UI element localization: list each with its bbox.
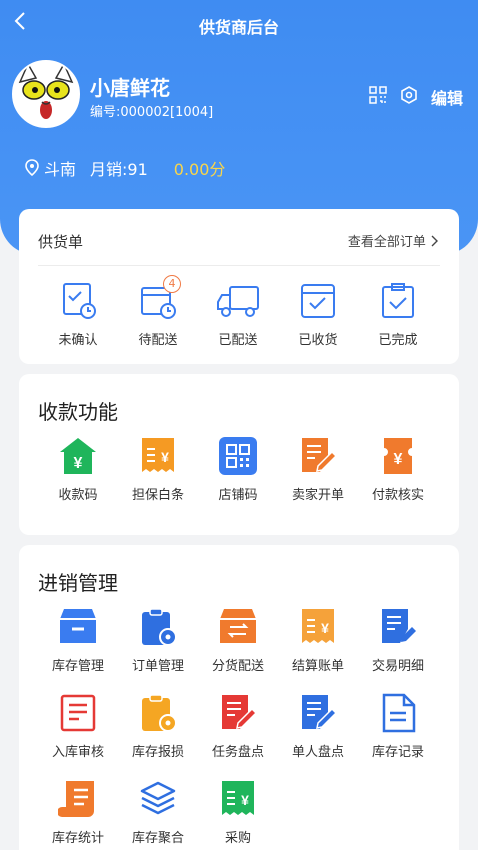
divider xyxy=(38,265,440,266)
order-manage-item[interactable]: 订单管理 xyxy=(118,607,198,674)
seller-invoice-item[interactable]: 卖家开单 xyxy=(278,436,358,503)
item-label: 库存统计 xyxy=(51,831,104,846)
clipboard-check-icon xyxy=(382,283,414,318)
inbox-check-icon xyxy=(301,284,335,318)
page-title: 供货商后台 xyxy=(198,18,279,37)
item-label: 库存记录 xyxy=(371,745,424,760)
supply-orders-card: 供货单 查看全部订单 未确认 4 待配送 已配送 已收货 已完成 xyxy=(19,209,459,364)
doc-pen-icon xyxy=(222,695,258,729)
payment-verify-item[interactable]: ¥ 付款核实 xyxy=(358,436,438,503)
truck-icon xyxy=(217,286,259,317)
section-title: 收款功能 xyxy=(38,400,118,424)
status-label: 未确认 xyxy=(58,333,98,348)
distribution-item[interactable]: 分货配送 xyxy=(198,607,278,674)
view-all-label: 查看全部订单 xyxy=(347,235,426,250)
monthly-sales: 月销:91 xyxy=(90,160,148,179)
store-name: 小唐鲜花 xyxy=(90,76,170,100)
receipt-yuan-icon: ¥ xyxy=(142,438,174,472)
receipt-yuan-icon: ¥ xyxy=(222,781,254,815)
svg-text:¥: ¥ xyxy=(321,620,329,636)
avatar[interactable] xyxy=(12,60,80,128)
stock-in-review-item[interactable]: 入库审核 xyxy=(38,693,118,760)
item-label: 库存管理 xyxy=(51,659,104,674)
status-pending-delivery[interactable]: 4 待配送 xyxy=(118,275,198,348)
edit-doc-icon xyxy=(302,438,338,472)
purchase-item[interactable]: ¥ 采购 xyxy=(198,779,278,846)
task-stocktake-item[interactable]: 任务盘点 xyxy=(198,693,278,760)
status-received[interactable]: 已收货 xyxy=(278,281,358,348)
doc-outline-icon xyxy=(382,693,416,733)
svg-text:¥: ¥ xyxy=(394,451,403,468)
doc-list-icon xyxy=(60,694,96,732)
clock-checklist-icon xyxy=(63,283,96,319)
store-qrcode-item[interactable]: 店铺码 xyxy=(198,436,278,503)
item-label: 库存聚合 xyxy=(131,831,184,846)
status-label: 已收货 xyxy=(298,333,338,348)
qrcode-button[interactable] xyxy=(369,86,387,104)
location-pin-icon xyxy=(25,159,39,177)
guarantee-credit-item[interactable]: ¥ 担保白条 xyxy=(118,436,198,503)
stock-statistics-item[interactable]: 库存统计 xyxy=(38,779,118,846)
item-label: 结算账单 xyxy=(291,659,344,674)
clipboard-gear-icon xyxy=(142,694,177,732)
status-unconfirmed[interactable]: 未确认 xyxy=(38,281,118,348)
scroll-list-icon xyxy=(58,781,94,817)
item-label: 交易明细 xyxy=(371,659,424,674)
doc-pen-icon xyxy=(302,695,338,729)
status-label: 已配送 xyxy=(218,333,258,348)
item-label: 单人盘点 xyxy=(291,745,344,760)
stock-loss-item[interactable]: 库存报损 xyxy=(118,693,198,760)
cat-face-icon xyxy=(14,62,78,126)
item-label: 分货配送 xyxy=(211,659,264,674)
item-label: 卖家开单 xyxy=(291,488,344,503)
single-stocktake-item[interactable]: 单人盘点 xyxy=(278,693,358,760)
box-exchange-icon xyxy=(220,609,256,643)
stock-aggregate-item[interactable]: 库存聚合 xyxy=(118,779,198,846)
house-yuan-icon: ¥ xyxy=(60,438,96,474)
item-label: 采购 xyxy=(224,831,251,846)
chevron-right-icon xyxy=(431,235,438,247)
ticket-yuan-icon: ¥ xyxy=(384,438,412,474)
svg-text:¥: ¥ xyxy=(241,792,249,808)
item-label: 付款核实 xyxy=(371,488,424,503)
store-id: 编号:000002[1004] xyxy=(90,105,214,120)
item-label: 订单管理 xyxy=(131,659,184,674)
status-completed[interactable]: 已完成 xyxy=(358,281,438,348)
transaction-detail-item[interactable]: 交易明细 xyxy=(358,607,438,674)
inventory-manage-item[interactable]: 库存管理 xyxy=(38,607,118,674)
score-value: 0.00分 xyxy=(173,160,226,179)
payment-functions-card: 收款功能 ¥ 收款码 ¥ 担保白条 店铺码 卖家开单 ¥ 付款核实 xyxy=(19,374,459,535)
item-label: 担保白条 xyxy=(131,488,184,503)
settings-icon xyxy=(401,86,417,104)
view-all-orders-link[interactable]: 查看全部订单 xyxy=(348,231,439,250)
box-icon xyxy=(60,609,96,643)
item-label: 入库审核 xyxy=(51,745,104,760)
settings-button[interactable] xyxy=(400,86,418,104)
status-label: 待配送 xyxy=(138,333,178,348)
payment-qrcode-item[interactable]: ¥ 收款码 xyxy=(38,436,118,503)
qrcode-icon xyxy=(369,86,387,104)
layers-icon xyxy=(140,781,176,815)
item-label: 店铺码 xyxy=(218,488,258,503)
receipt-yuan-icon: ¥ xyxy=(302,609,334,643)
edit-button[interactable]: 编辑 xyxy=(431,85,463,109)
qrcode-icon xyxy=(219,437,257,475)
clipboard-gear-icon xyxy=(142,608,177,646)
stock-record-item[interactable]: 库存记录 xyxy=(358,693,438,760)
doc-pen-icon xyxy=(382,609,416,643)
store-stats-row: 斗南 月销:91 0.00分 xyxy=(24,156,225,180)
location-text: 斗南 xyxy=(44,160,77,179)
status-delivered[interactable]: 已配送 xyxy=(198,281,278,348)
item-label: 收款码 xyxy=(58,488,98,503)
svg-text:¥: ¥ xyxy=(74,455,83,472)
section-title: 供货单 xyxy=(38,233,84,251)
settlement-bill-item[interactable]: ¥ 结算账单 xyxy=(278,607,358,674)
section-title: 进销管理 xyxy=(38,571,118,595)
item-label: 任务盘点 xyxy=(211,745,264,760)
item-label: 库存报损 xyxy=(131,745,184,760)
status-label: 已完成 xyxy=(378,333,418,348)
svg-text:¥: ¥ xyxy=(161,449,169,465)
inventory-management-card: 进销管理 库存管理 订单管理 分货配送 ¥ 结算账单 交易明细 入库审核 库存报… xyxy=(19,545,459,850)
order-count-badge: 4 xyxy=(163,275,181,293)
